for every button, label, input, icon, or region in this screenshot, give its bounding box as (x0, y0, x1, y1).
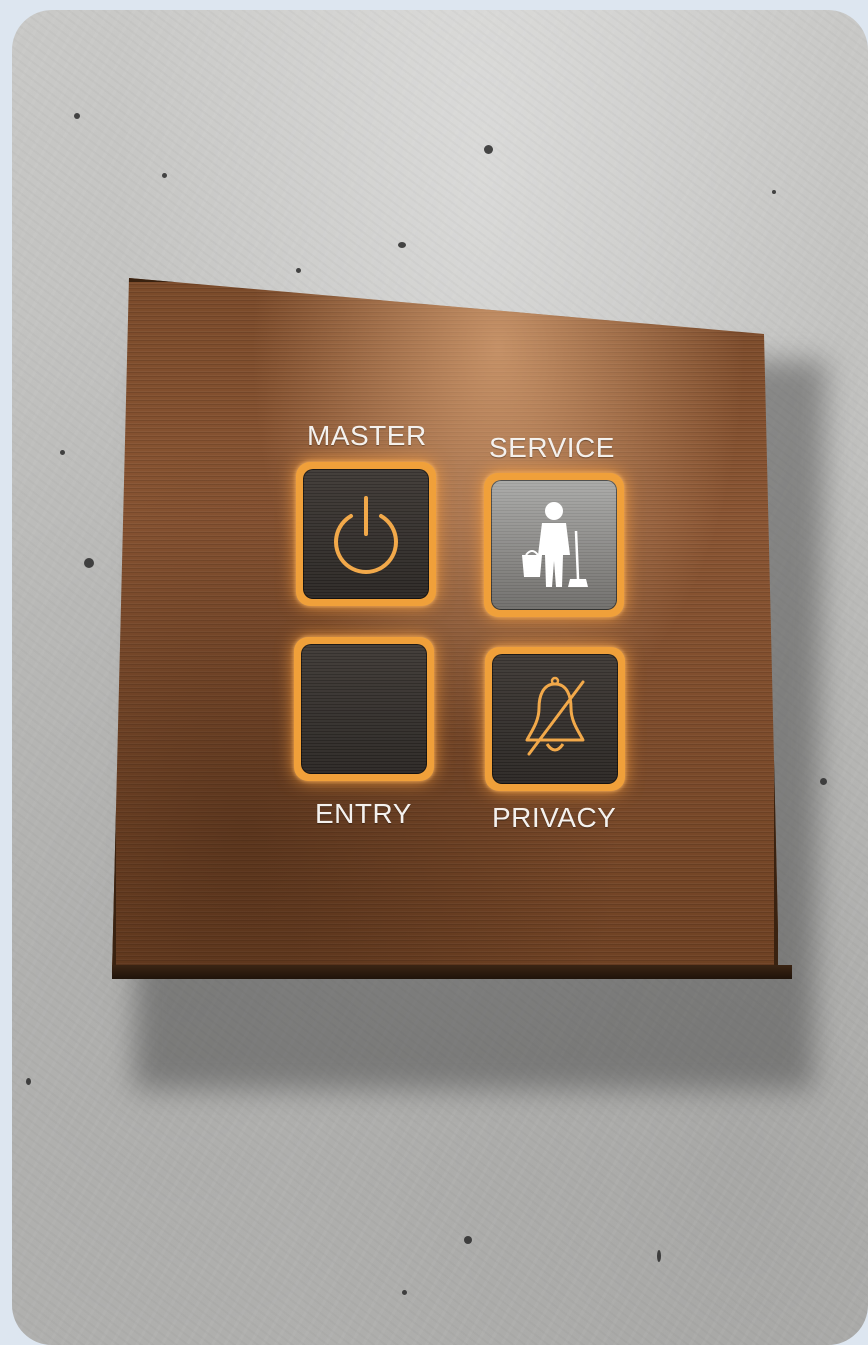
service-button-face (491, 480, 617, 610)
service-label: SERVICE (489, 432, 615, 463)
master-button-face (303, 469, 429, 599)
wall-pit (464, 1236, 472, 1244)
entry-label: ENTRY (315, 798, 412, 829)
wall-pit (772, 190, 776, 194)
bell-off-icon (525, 676, 585, 756)
panel-bottom-edge (112, 965, 792, 979)
photo-frame: MASTER SERVICE ENTRY PRIVACY (12, 10, 868, 1345)
privacy-button-face (492, 654, 618, 784)
wall-pit (657, 1250, 661, 1262)
wall-pit (484, 145, 493, 154)
wall-pit (26, 1078, 31, 1085)
entry-button-face (301, 644, 427, 774)
wall-pit (820, 778, 827, 785)
wall-pit (402, 1290, 407, 1295)
wall-pit (398, 242, 406, 248)
master-label: MASTER (307, 420, 427, 451)
entry-button[interactable] (294, 637, 434, 781)
control-panel (112, 278, 778, 973)
wall-pit (84, 558, 94, 568)
privacy-label: PRIVACY (492, 802, 617, 833)
master-button[interactable] (296, 462, 436, 606)
wall-pit (74, 113, 80, 119)
wall-pit (162, 173, 167, 178)
wall-pit (60, 450, 65, 455)
power-icon (334, 496, 398, 574)
wall-pit (296, 268, 301, 273)
service-button[interactable] (484, 473, 624, 617)
privacy-button[interactable] (485, 647, 625, 791)
housekeeping-icon (522, 502, 588, 587)
